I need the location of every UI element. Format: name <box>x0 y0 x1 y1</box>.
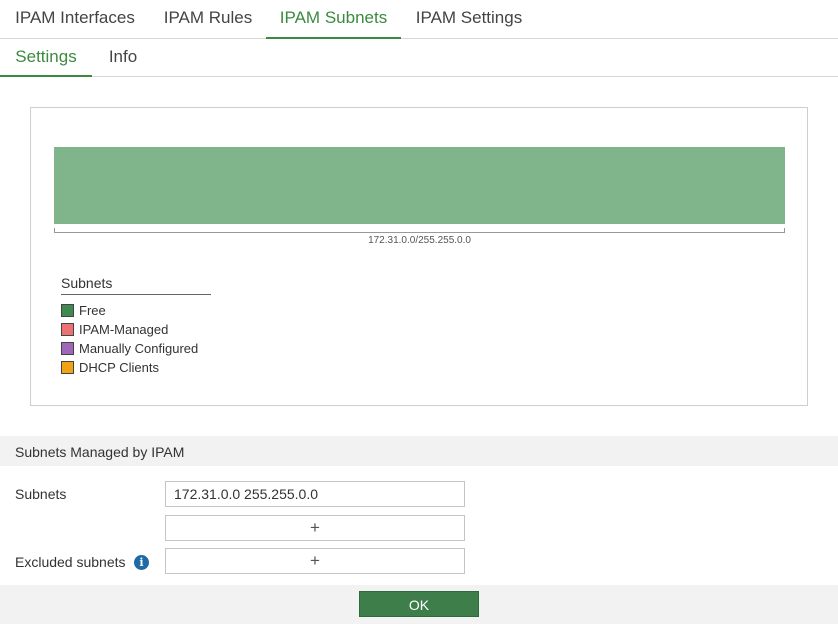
subnet-free-bar[interactable] <box>54 147 785 224</box>
legend: Subnets Free IPAM-Managed Manually Confi… <box>61 275 211 377</box>
dialog-footer: OK <box>0 585 838 624</box>
info-icon[interactable]: i <box>134 555 149 570</box>
sub-tab-bar: Settings Info <box>0 39 838 77</box>
legend-swatch-dhcp-clients <box>61 361 74 374</box>
legend-swatch-manually-configured <box>61 342 74 355</box>
subnets-field[interactable]: 172.31.0.0 255.255.0.0 <box>165 481 465 507</box>
section-header-subnets-managed: Subnets Managed by IPAM <box>0 436 838 466</box>
excluded-subnets-label: Excluded subnets <box>15 554 126 570</box>
legend-item-dhcp-clients: DHCP Clients <box>61 358 211 377</box>
top-tab-bar: IPAM Interfaces IPAM Rules IPAM Subnets … <box>0 0 838 39</box>
subnet-range-label: 172.31.0.0/255.255.0.0 <box>368 235 471 246</box>
ok-button[interactable]: OK <box>359 591 479 617</box>
legend-item-ipam-managed: IPAM-Managed <box>61 320 211 339</box>
add-subnet-button[interactable]: + <box>165 515 465 541</box>
legend-label-dhcp-clients: DHCP Clients <box>79 360 159 375</box>
legend-title: Subnets <box>61 275 211 295</box>
legend-label-free: Free <box>79 303 106 318</box>
subtab-settings[interactable]: Settings <box>0 39 92 77</box>
subnets-label: Subnets <box>15 486 67 502</box>
legend-swatch-free <box>61 304 74 317</box>
legend-item-manually-configured: Manually Configured <box>61 339 211 358</box>
tab-ipam-interfaces[interactable]: IPAM Interfaces <box>0 0 150 39</box>
legend-item-free: Free <box>61 301 211 320</box>
legend-swatch-ipam-managed <box>61 323 74 336</box>
tab-ipam-rules[interactable]: IPAM Rules <box>150 0 266 39</box>
tab-ipam-subnets[interactable]: IPAM Subnets <box>266 0 401 39</box>
legend-label-ipam-managed: IPAM-Managed <box>79 322 169 337</box>
add-excluded-subnet-button[interactable]: + <box>165 548 465 574</box>
subnet-visualization-panel: 172.31.0.0/255.255.0.0 Subnets Free IPAM… <box>30 107 808 406</box>
subtab-info[interactable]: Info <box>92 39 154 77</box>
legend-label-manually-configured: Manually Configured <box>79 341 199 356</box>
subnet-range-bracket <box>54 228 785 233</box>
tab-ipam-settings[interactable]: IPAM Settings <box>401 0 537 39</box>
